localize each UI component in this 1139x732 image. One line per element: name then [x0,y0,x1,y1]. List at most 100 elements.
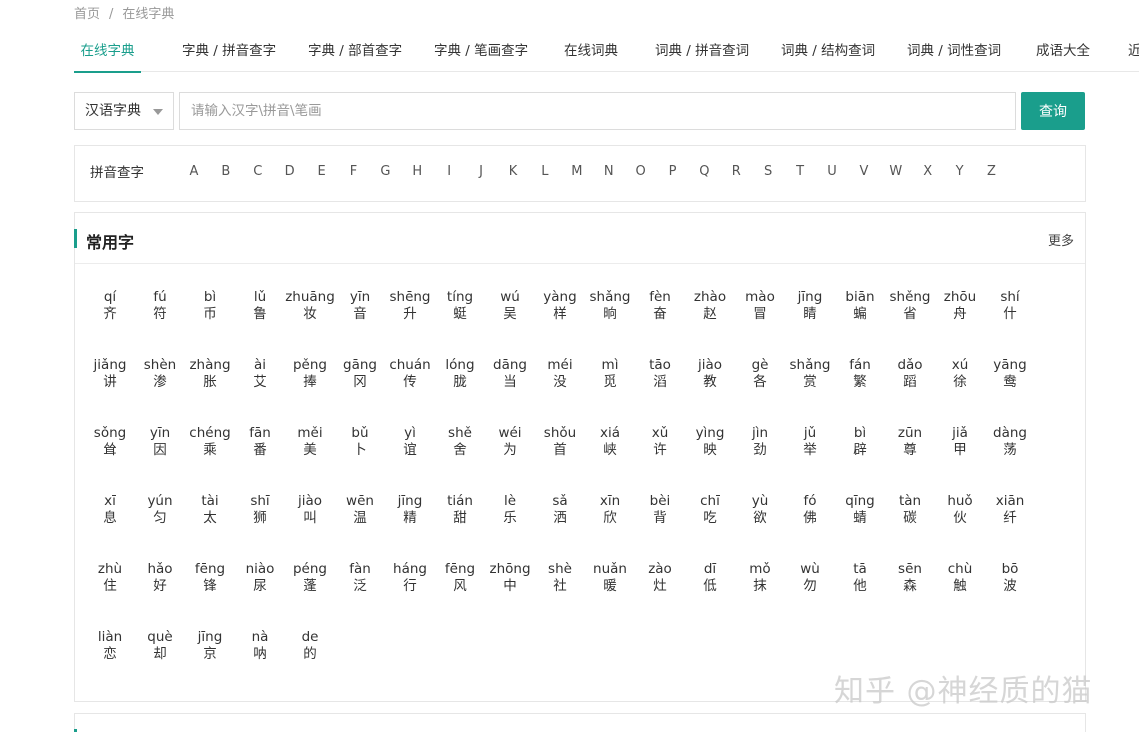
char-item[interactable]: shǎng 赏 [785,357,835,391]
char-item[interactable]: bǔ 卜 [335,425,385,459]
char-item[interactable]: tā 他 [835,561,885,595]
char-item[interactable]: bì 币 [185,289,235,323]
char-item[interactable]: yìng 映 [685,425,735,459]
pinyin-letter-h[interactable]: H [407,164,427,179]
pinyin-letter-v[interactable]: V [854,164,874,179]
char-item[interactable]: qí 齐 [85,289,135,323]
tab-stroke-char[interactable]: 字典 / 笔画查字 [434,38,528,72]
char-item[interactable]: dàng 荡 [985,425,1035,459]
char-item[interactable]: sēn 森 [885,561,935,595]
char-item[interactable]: fú 符 [135,289,185,323]
char-item[interactable]: shè 社 [535,561,585,595]
pinyin-letter-f[interactable]: F [344,164,364,179]
pinyin-letter-l[interactable]: L [535,164,555,179]
char-item[interactable]: qīng 蜻 [835,493,885,527]
char-item[interactable]: zào 灶 [635,561,685,595]
char-item[interactable]: chéng 乘 [185,425,235,459]
pinyin-letter-a[interactable]: A [184,164,204,179]
pinyin-letter-p[interactable]: P [663,164,683,179]
char-item[interactable]: tián 甜 [435,493,485,527]
char-item[interactable]: zūn 尊 [885,425,935,459]
char-item[interactable]: mì 觅 [585,357,635,391]
char-item[interactable]: biān 蝙 [835,289,885,323]
pinyin-letter-r[interactable]: R [726,164,746,179]
char-item[interactable]: jiào 叫 [285,493,335,527]
char-item[interactable]: bō 波 [985,561,1035,595]
char-item[interactable]: pěng 捧 [285,357,335,391]
char-item[interactable]: fēng 锋 [185,561,235,595]
char-item[interactable]: jīng 精 [385,493,435,527]
dictionary-select[interactable]: 汉语字典 [74,92,174,130]
char-item[interactable]: fān 番 [235,425,285,459]
char-item[interactable]: měi 美 [285,425,335,459]
char-item[interactable]: lóng 胧 [435,357,485,391]
pinyin-letter-u[interactable]: U [822,164,842,179]
breadcrumb-home[interactable]: 首页 [74,7,100,22]
tab-pinyin-char[interactable]: 字典 / 拼音查字 [182,38,276,72]
char-item[interactable]: shēng 升 [385,289,435,323]
char-item[interactable]: tài 太 [185,493,235,527]
char-item[interactable]: jìn 劲 [735,425,785,459]
tab-radical-char[interactable]: 字典 / 部首查字 [308,38,402,72]
pinyin-letter-e[interactable]: E [312,164,332,179]
char-item[interactable]: xǔ 许 [635,425,685,459]
pinyin-letter-d[interactable]: D [280,164,300,179]
char-item[interactable]: lè 乐 [485,493,535,527]
char-item[interactable]: de 的 [285,629,335,663]
char-item[interactable]: fán 繁 [835,357,885,391]
tab-pinyin-word[interactable]: 词典 / 拼音查词 [655,38,749,72]
char-item[interactable]: sǎ 洒 [535,493,585,527]
char-item[interactable]: què 却 [135,629,185,663]
char-item[interactable]: jīng 睛 [785,289,835,323]
char-item[interactable]: shǒu 首 [535,425,585,459]
char-item[interactable]: tíng 蜓 [435,289,485,323]
char-item[interactable]: yù 欲 [735,493,785,527]
char-item[interactable]: zhōu 舟 [935,289,985,323]
pinyin-letter-g[interactable]: G [375,164,395,179]
pinyin-letter-z[interactable]: Z [982,164,1002,179]
char-item[interactable]: yì 谊 [385,425,435,459]
pinyin-letter-w[interactable]: W [886,164,906,179]
char-item[interactable]: nà 呐 [235,629,285,663]
pinyin-letter-t[interactable]: T [790,164,810,179]
char-item[interactable]: shèn 渗 [135,357,185,391]
char-item[interactable]: tàn 碳 [885,493,935,527]
pinyin-letter-o[interactable]: O [631,164,651,179]
char-item[interactable]: shí 什 [985,289,1035,323]
char-item[interactable]: huǒ 伙 [935,493,985,527]
char-item[interactable]: dī 低 [685,561,735,595]
char-item[interactable]: zhào 赵 [685,289,735,323]
char-item[interactable]: wù 勿 [785,561,835,595]
tab-structure-word[interactable]: 词典 / 结构查词 [781,38,875,72]
char-item[interactable]: fó 佛 [785,493,835,527]
search-input[interactable] [179,92,1016,130]
tab-more-cutoff[interactable]: 近 [1128,38,1139,72]
char-item[interactable]: nuǎn 暖 [585,561,635,595]
char-item[interactable]: yāng 鸯 [985,357,1035,391]
char-item[interactable]: shī 狮 [235,493,285,527]
pinyin-letter-k[interactable]: K [503,164,523,179]
tab-online-dictionary[interactable]: 在线字典 [74,38,141,73]
char-item[interactable]: shěng 省 [885,289,935,323]
char-item[interactable]: fèn 奋 [635,289,685,323]
char-item[interactable]: yīn 因 [135,425,185,459]
pinyin-letter-s[interactable]: S [758,164,778,179]
char-item[interactable]: péng 蓬 [285,561,335,595]
char-item[interactable]: jiǎng 讲 [85,357,135,391]
char-item[interactable]: wú 吴 [485,289,535,323]
char-item[interactable]: mǒ 抹 [735,561,785,595]
char-item[interactable]: tāo 滔 [635,357,685,391]
char-item[interactable]: jiào 教 [685,357,735,391]
char-item[interactable]: fàn 泛 [335,561,385,595]
char-item[interactable]: jǔ 举 [785,425,835,459]
char-item[interactable]: shǎng 晌 [585,289,635,323]
pinyin-letter-i[interactable]: I [439,164,459,179]
char-item[interactable]: hǎo 好 [135,561,185,595]
char-item[interactable]: ài 艾 [235,357,285,391]
char-item[interactable]: lǔ 鲁 [235,289,285,323]
char-item[interactable]: méi 没 [535,357,585,391]
char-item[interactable]: zhàng 胀 [185,357,235,391]
char-item[interactable]: bèi 背 [635,493,685,527]
char-item[interactable]: bì 辟 [835,425,885,459]
pinyin-letter-m[interactable]: M [567,164,587,179]
